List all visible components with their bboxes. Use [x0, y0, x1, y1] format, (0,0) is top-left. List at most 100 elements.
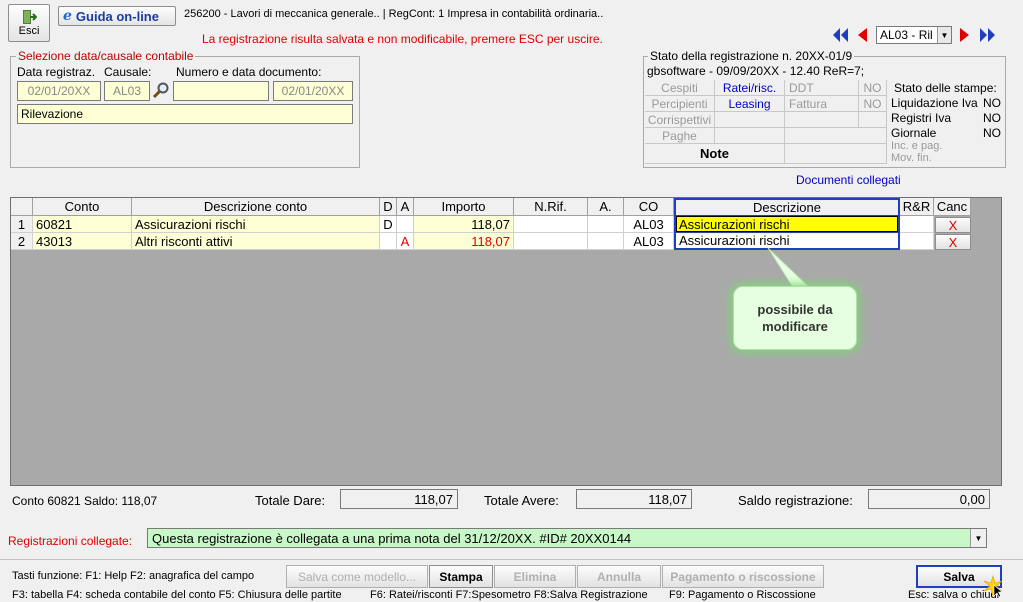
importo-header[interactable]: Importo	[414, 198, 514, 216]
rr-cell[interactable]	[900, 216, 934, 233]
function-keys-line1: Tasti funzione: F1: Help F2: anagrafica …	[12, 570, 255, 582]
empty-cell	[715, 128, 785, 144]
row-number: 2	[11, 233, 33, 250]
co-cell[interactable]: AL03	[624, 216, 674, 233]
double-left-arrow-icon	[833, 28, 848, 42]
stampa-liquidazione: Liquidazione Iva NO	[891, 96, 1001, 110]
importo-cell[interactable]: 118,07	[414, 216, 514, 233]
empty-cell	[785, 112, 859, 128]
stampe-title: Stato delle stampe:	[894, 81, 997, 95]
numero-label: Numero e data documento:	[176, 65, 322, 79]
saldo-label: Saldo registrazione:	[738, 493, 853, 508]
descrizione-cell[interactable]: Assicurazioni rischi	[674, 216, 900, 233]
numero-documento-field[interactable]	[173, 81, 269, 101]
leasing-cell[interactable]: Leasing	[715, 96, 785, 112]
next-record-button[interactable]	[956, 26, 972, 44]
delete-row-button[interactable]: X	[935, 234, 971, 250]
internet-explorer-icon: e	[63, 8, 72, 24]
stampa-registri: Registri Iva NO	[891, 111, 1001, 125]
a2-cell[interactable]	[588, 216, 624, 233]
chevron-down-icon: ▼	[937, 27, 951, 43]
descrizione-header[interactable]: Descrizione	[674, 198, 900, 216]
co-cell[interactable]: AL03	[624, 233, 674, 250]
a-header[interactable]: A	[397, 198, 414, 216]
corrispettivi-cell[interactable]: Corrispettivi	[645, 112, 715, 128]
d-cell[interactable]	[380, 233, 397, 250]
rr-header[interactable]: R&R	[900, 198, 934, 216]
paghe-cell[interactable]: Paghe	[645, 128, 715, 144]
descrizione-registrazione-field[interactable]: Rilevazione	[17, 104, 353, 124]
nrif-header[interactable]: N.Rif.	[514, 198, 588, 216]
warning-message: La registrazione risulta salvata e non m…	[202, 32, 603, 46]
stampa-mov-fin: Mov. fin.	[891, 152, 932, 164]
stato-subtitle: gbsoftware - 09/09/20XX - 12.40 ReR=7;	[647, 64, 865, 78]
annulla-button[interactable]: Annulla	[577, 565, 661, 588]
conto-saldo: Conto 60821 Saldo: 118,07	[12, 494, 158, 508]
left-arrow-icon	[858, 28, 867, 42]
fattura-status: NO	[859, 96, 887, 112]
data-documento-field[interactable]: 02/01/20XX	[273, 81, 353, 101]
documenti-collegati-link[interactable]: Documenti collegati	[796, 173, 901, 187]
esci-button[interactable]: Esci	[8, 4, 50, 42]
cursor-sparkle-icon	[983, 575, 1003, 597]
salva-modello-button[interactable]: Salva come modello...	[286, 565, 428, 588]
date-label: Data registraz.	[17, 65, 96, 79]
conto-cell[interactable]: 60821	[33, 216, 132, 233]
nrif-cell[interactable]	[514, 233, 588, 250]
record-select[interactable]: AL03 - Ril ▼	[876, 26, 952, 44]
empty-cell	[785, 128, 887, 144]
first-record-button[interactable]	[831, 26, 851, 44]
descrizione-conto-header[interactable]: Descrizione conto	[132, 198, 380, 216]
stampa-button[interactable]: Stampa	[429, 565, 493, 588]
a2-cell[interactable]	[588, 233, 624, 250]
double-right-arrow-icon	[980, 28, 995, 42]
conto-cell[interactable]: 43013	[33, 233, 132, 250]
note-button[interactable]: Note	[645, 144, 785, 164]
descrizione-conto-cell[interactable]: Assicurazioni rischi	[132, 216, 380, 233]
stampe-list: Liquidazione Iva NO Registri Iva NO Giorna…	[891, 96, 1003, 164]
d-header[interactable]: D	[380, 198, 397, 216]
nrif-cell[interactable]	[514, 216, 588, 233]
function-keys-line2c: F9: Pagamento o Riscossione	[669, 589, 816, 601]
row-number: 1	[11, 216, 33, 233]
ddt-status: NO	[859, 80, 887, 96]
a2-header[interactable]: A.	[588, 198, 624, 216]
a-cell[interactable]	[397, 216, 414, 233]
rr-cell[interactable]	[900, 233, 934, 250]
stampa-inc-pag: Inc. e pag.	[891, 140, 943, 152]
stampa-giornale: Giornale NO	[891, 126, 1001, 140]
delete-row-button[interactable]: X	[935, 217, 971, 233]
callout-text: possibile da modificare	[757, 302, 833, 334]
last-record-button[interactable]	[977, 26, 999, 44]
ddt-cell[interactable]: DDT	[785, 80, 859, 96]
cespiti-cell[interactable]: Cespiti	[645, 80, 715, 96]
percipienti-cell[interactable]: Percipienti	[645, 96, 715, 112]
row-number-header	[11, 198, 33, 216]
conto-header[interactable]: Conto	[33, 198, 132, 216]
elimina-button[interactable]: Elimina	[494, 565, 576, 588]
date-field[interactable]: 02/01/20XX	[17, 81, 101, 101]
footer-divider	[0, 559, 1023, 560]
guida-online-button[interactable]: e Guida on-line	[58, 6, 176, 26]
fattura-cell[interactable]: Fattura	[785, 96, 859, 112]
canc-header[interactable]: Canc	[934, 198, 971, 216]
ratei-cell[interactable]: Ratei/risc.	[715, 80, 785, 96]
empty-cell	[715, 112, 785, 128]
collegate-select[interactable]: Questa registrazione è collegata a una p…	[147, 528, 987, 548]
a-cell[interactable]: A	[397, 233, 414, 250]
d-cell[interactable]: D	[380, 216, 397, 233]
descrizione-conto-cell[interactable]: Altri risconti attivi	[132, 233, 380, 250]
right-arrow-icon	[960, 28, 969, 42]
importo-cell[interactable]: 118,07	[414, 233, 514, 250]
pagamento-button[interactable]: Pagamento o riscossione	[662, 565, 824, 588]
totale-avere-value: 118,07	[576, 489, 692, 509]
co-header[interactable]: CO	[624, 198, 674, 216]
causale-field[interactable]: AL03	[104, 81, 150, 101]
totale-dare-label: Totale Dare:	[255, 493, 326, 508]
guida-label: Guida on-line	[75, 8, 159, 24]
prev-record-button[interactable]	[855, 26, 871, 44]
collegate-label: Registrazioni collegate:	[8, 534, 133, 548]
empty-cell	[785, 144, 887, 164]
search-causale-icon[interactable]	[152, 82, 170, 100]
record-select-value: AL03 - Ril	[880, 28, 933, 42]
